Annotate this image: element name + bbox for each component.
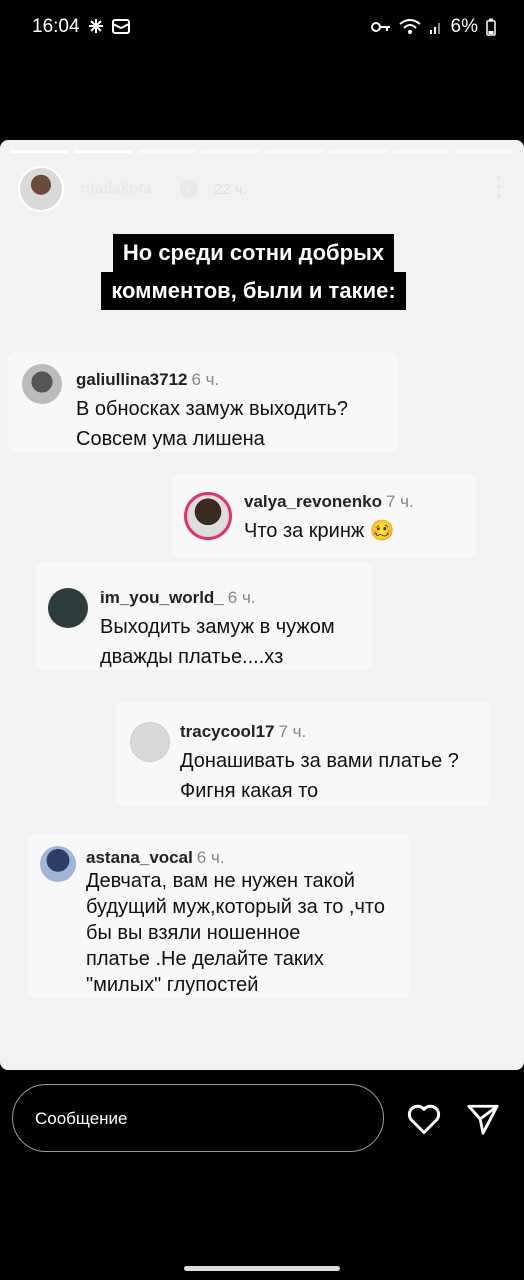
commenter-avatar bbox=[22, 364, 62, 404]
status-time: 16:04 bbox=[32, 16, 80, 37]
heart-icon[interactable] bbox=[406, 1102, 442, 1136]
headline-line-2: комментов, были и такие: bbox=[101, 272, 406, 310]
wifi-icon bbox=[398, 19, 421, 34]
comment-text: Выходить замуж в чужом дважды платье....… bbox=[100, 616, 335, 668]
commenter-avatar bbox=[40, 846, 76, 882]
progress-segment bbox=[73, 150, 132, 153]
mail-icon bbox=[112, 19, 130, 34]
message-placeholder: Сообщение bbox=[35, 1109, 128, 1128]
story-card[interactable]: ritadakota ✓ 22 ч. Но среди сотни добрых… bbox=[0, 140, 524, 1070]
commenter-avatar bbox=[48, 588, 88, 628]
send-icon[interactable] bbox=[466, 1102, 500, 1136]
comment-card: valya_revonenko 7 ч. Что за кринж 🥴 bbox=[172, 474, 476, 558]
fan-icon bbox=[89, 19, 103, 33]
status-bar: 16:04 6% bbox=[0, 0, 524, 56]
signal-icon bbox=[429, 23, 440, 34]
story-header: ritadakota ✓ 22 ч. bbox=[18, 166, 506, 214]
avatar[interactable] bbox=[18, 166, 64, 212]
comment-username: astana_vocal 6 ч. bbox=[86, 848, 225, 867]
comment-text: Что за кринж 🥴 bbox=[244, 520, 395, 542]
comment-card: astana_vocal 6 ч. Девчата, вам не нужен т… bbox=[28, 834, 410, 998]
comment-text: В обносках замуж выходить? Совсем ума ли… bbox=[76, 398, 348, 450]
progress-segment bbox=[265, 150, 323, 153]
progress-segment bbox=[392, 150, 451, 153]
battery-percent: 6% bbox=[450, 16, 478, 37]
home-indicator[interactable] bbox=[184, 1266, 340, 1271]
progress-segment bbox=[137, 150, 196, 153]
comment-username: valya_revonenko 7 ч. bbox=[244, 492, 414, 511]
comment-card: tracycool17 7 ч. Донашивать за вами плать… bbox=[116, 702, 490, 806]
story-username[interactable]: ritadakota bbox=[80, 180, 152, 197]
progress-segment bbox=[10, 150, 68, 153]
story-headline: Но среди сотни добрых комментов, были и … bbox=[81, 234, 426, 310]
comment-card: galiullina3712 6 ч. В обносках замуж выхо… bbox=[8, 352, 398, 452]
commenter-avatar bbox=[184, 492, 232, 540]
comment-text: Донашивать за вами платье ? Фигня какая … bbox=[180, 750, 459, 802]
commenter-avatar bbox=[130, 722, 170, 762]
battery-icon bbox=[486, 18, 496, 36]
progress-segment bbox=[201, 150, 259, 153]
key-icon bbox=[370, 22, 390, 32]
headline-line-1: Но среди сотни добрых bbox=[112, 234, 395, 272]
more-options-icon[interactable] bbox=[496, 176, 502, 202]
verified-badge-icon: ✓ bbox=[180, 180, 198, 198]
story-time: 22 ч. bbox=[214, 181, 247, 198]
comment-username: tracycool17 7 ч. bbox=[180, 722, 307, 741]
progress-segment bbox=[456, 150, 514, 153]
story-progress bbox=[10, 150, 514, 153]
comment-username: im_you_world_ 6 ч. bbox=[100, 588, 256, 607]
comment-card: im_you_world_ 6 ч. Выходить замуж в чужом… bbox=[36, 562, 372, 670]
comment-text: Девчата, вам не нужен такой будущий муж,… bbox=[86, 870, 385, 996]
message-input[interactable]: Сообщение bbox=[12, 1084, 384, 1152]
progress-segment bbox=[328, 150, 387, 153]
comment-username: galiullina3712 6 ч. bbox=[76, 370, 220, 389]
story-reply-bar: Сообщение bbox=[0, 1070, 524, 1280]
